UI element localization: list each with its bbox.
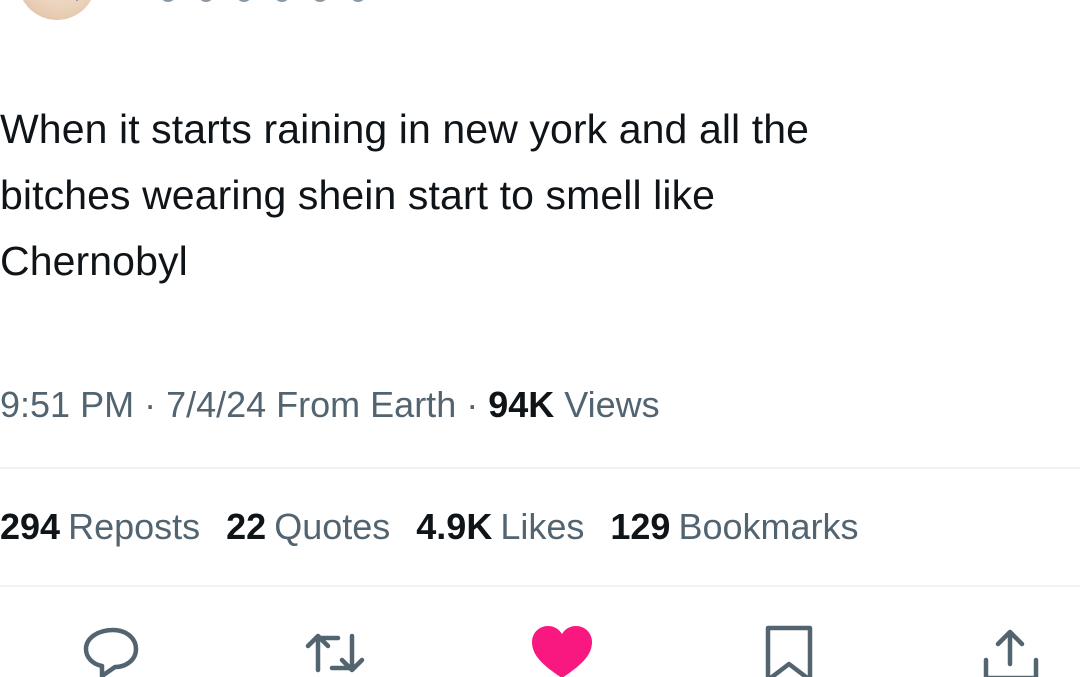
- user-handle[interactable]: [160, 0, 420, 6]
- engagement-stats: 294 Reposts 22 Quotes 4.9K Likes 129 Bookmarks: [0, 504, 859, 550]
- bookmarks-label: Bookmarks: [678, 506, 859, 547]
- likes-label: Likes: [500, 506, 585, 547]
- divider: [0, 467, 1080, 469]
- tweet-text-line: bitches wearing shein start to smell lik…: [0, 172, 716, 218]
- avatar[interactable]: [18, 0, 96, 20]
- views-count[interactable]: 94K: [488, 384, 554, 425]
- tweet-detail: When it starts raining in new york and a…: [0, 0, 1080, 677]
- reposts-count: 294: [0, 506, 61, 547]
- bookmarks-count: 129: [610, 506, 671, 547]
- action-bar: [0, 620, 1080, 677]
- quotes-count: 22: [226, 506, 267, 547]
- tweet-text: When it starts raining in new york and a…: [0, 96, 1070, 294]
- tweet-source: From Earth: [266, 384, 457, 425]
- tweet-text-line: When it starts raining in new york and a…: [0, 106, 810, 152]
- bookmark-icon: [765, 625, 813, 677]
- bookmarks-stat[interactable]: 129 Bookmarks: [610, 504, 858, 550]
- reposts-label: Reposts: [68, 506, 201, 547]
- reply-icon: [83, 627, 139, 677]
- tweet-time[interactable]: 9:51 PM: [0, 384, 134, 425]
- share-button[interactable]: [980, 624, 1044, 677]
- tweet-text-line: Chernobyl: [0, 238, 188, 284]
- quotes-label: Quotes: [274, 506, 391, 547]
- separator: ·: [134, 384, 167, 425]
- reply-button[interactable]: [80, 624, 144, 677]
- tweet-metadata: 9:51 PM · 7/4/24 From Earth · 94K Views: [0, 383, 660, 427]
- reposts-stat[interactable]: 294 Reposts: [0, 504, 200, 550]
- likes-count: 4.9K: [416, 506, 493, 547]
- repost-button[interactable]: [300, 624, 365, 677]
- tweet-date[interactable]: 7/4/24: [166, 384, 266, 425]
- heart-icon: [532, 626, 592, 677]
- likes-stat[interactable]: 4.9K Likes: [416, 504, 584, 550]
- like-button[interactable]: [530, 624, 594, 677]
- separator: ·: [456, 384, 489, 425]
- bookmark-button[interactable]: [758, 624, 822, 677]
- views-label[interactable]: Views: [554, 384, 659, 425]
- divider: [0, 585, 1080, 587]
- share-icon: [983, 629, 1039, 677]
- quotes-stat[interactable]: 22 Quotes: [226, 504, 390, 550]
- repost-icon: [305, 633, 365, 673]
